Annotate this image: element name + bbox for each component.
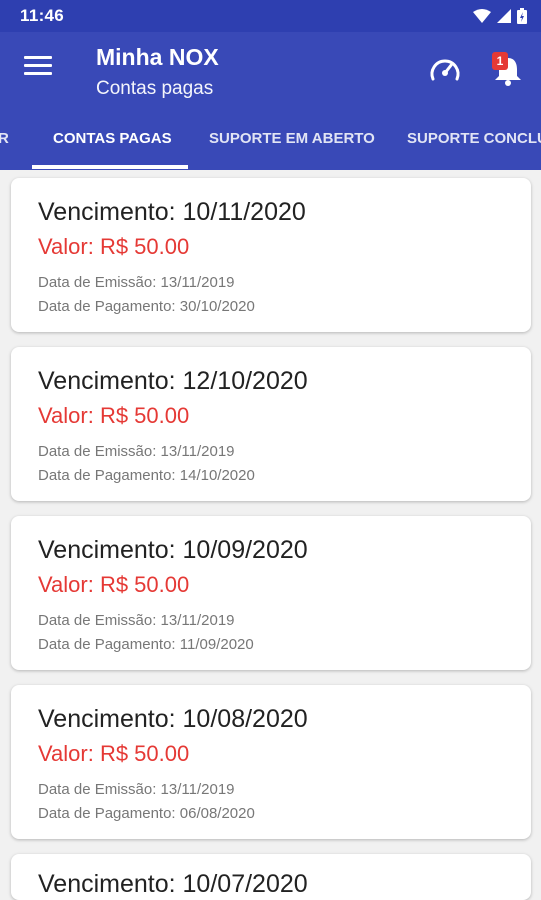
status-icons <box>473 8 527 24</box>
bill-emission-date: Data de Emissão: 13/11/2019 <box>38 443 235 460</box>
bill-due-date: Vencimento: 10/11/2020 <box>38 198 306 226</box>
bill-card[interactable]: Vencimento: 10/08/2020 Valor: R$ 50.00 D… <box>11 685 531 839</box>
bill-card[interactable]: Vencimento: 10/11/2020 Valor: R$ 50.00 D… <box>11 178 531 332</box>
tab-suporte-concluido[interactable]: SUPORTE CONCLU <box>407 108 541 170</box>
bill-value: Valor: R$ 50.00 <box>38 572 190 597</box>
bill-emission-date: Data de Emissão: 13/11/2019 <box>38 781 235 798</box>
app-bar: Minha NOX Contas pagas 1 <box>0 32 541 108</box>
bill-emission-date: Data de Emissão: 13/11/2019 <box>38 612 235 629</box>
bill-payment-date: Data de Pagamento: 06/08/2020 <box>38 805 255 822</box>
app-subtitle: Contas pagas <box>96 78 214 99</box>
bill-due-date: Vencimento: 10/07/2020 <box>38 870 308 898</box>
battery-icon <box>517 8 527 24</box>
bill-value: Valor: R$ 50.00 <box>38 234 190 259</box>
notifications-button[interactable]: 1 <box>490 52 526 88</box>
bill-payment-date: Data de Pagamento: 11/09/2020 <box>38 636 254 653</box>
tab-indicator <box>32 165 188 169</box>
bill-due-date: Vencimento: 12/10/2020 <box>38 367 308 395</box>
bill-due-date: Vencimento: 10/08/2020 <box>38 705 308 733</box>
tab-previous[interactable]: R <box>0 108 9 170</box>
bill-payment-date: Data de Pagamento: 30/10/2020 <box>38 298 255 315</box>
wifi-icon <box>473 9 491 23</box>
bill-card[interactable]: Vencimento: 10/07/2020 <box>11 854 531 900</box>
bill-card[interactable]: Vencimento: 10/09/2020 Valor: R$ 50.00 D… <box>11 516 531 670</box>
menu-icon[interactable] <box>24 56 52 80</box>
bill-value: Valor: R$ 50.00 <box>38 741 190 766</box>
tab-contas-pagas[interactable]: CONTAS PAGAS <box>53 108 172 170</box>
bill-due-date: Vencimento: 10/09/2020 <box>38 536 308 564</box>
speedometer-icon[interactable] <box>428 54 462 86</box>
signal-icon <box>497 9 511 23</box>
status-bar: 11:46 <box>0 0 541 32</box>
bill-payment-date: Data de Pagamento: 14/10/2020 <box>38 467 255 484</box>
status-time: 11:46 <box>20 6 65 25</box>
app-title: Minha NOX <box>96 44 219 70</box>
notification-badge: 1 <box>492 52 508 70</box>
tab-bar: R CONTAS PAGAS SUPORTE EM ABERTO SUPORTE… <box>0 108 541 170</box>
bill-emission-date: Data de Emissão: 13/11/2019 <box>38 274 235 291</box>
bill-value: Valor: R$ 50.00 <box>38 403 190 428</box>
bill-card[interactable]: Vencimento: 12/10/2020 Valor: R$ 50.00 D… <box>11 347 531 501</box>
tab-suporte-em-aberto[interactable]: SUPORTE EM ABERTO <box>209 108 375 170</box>
